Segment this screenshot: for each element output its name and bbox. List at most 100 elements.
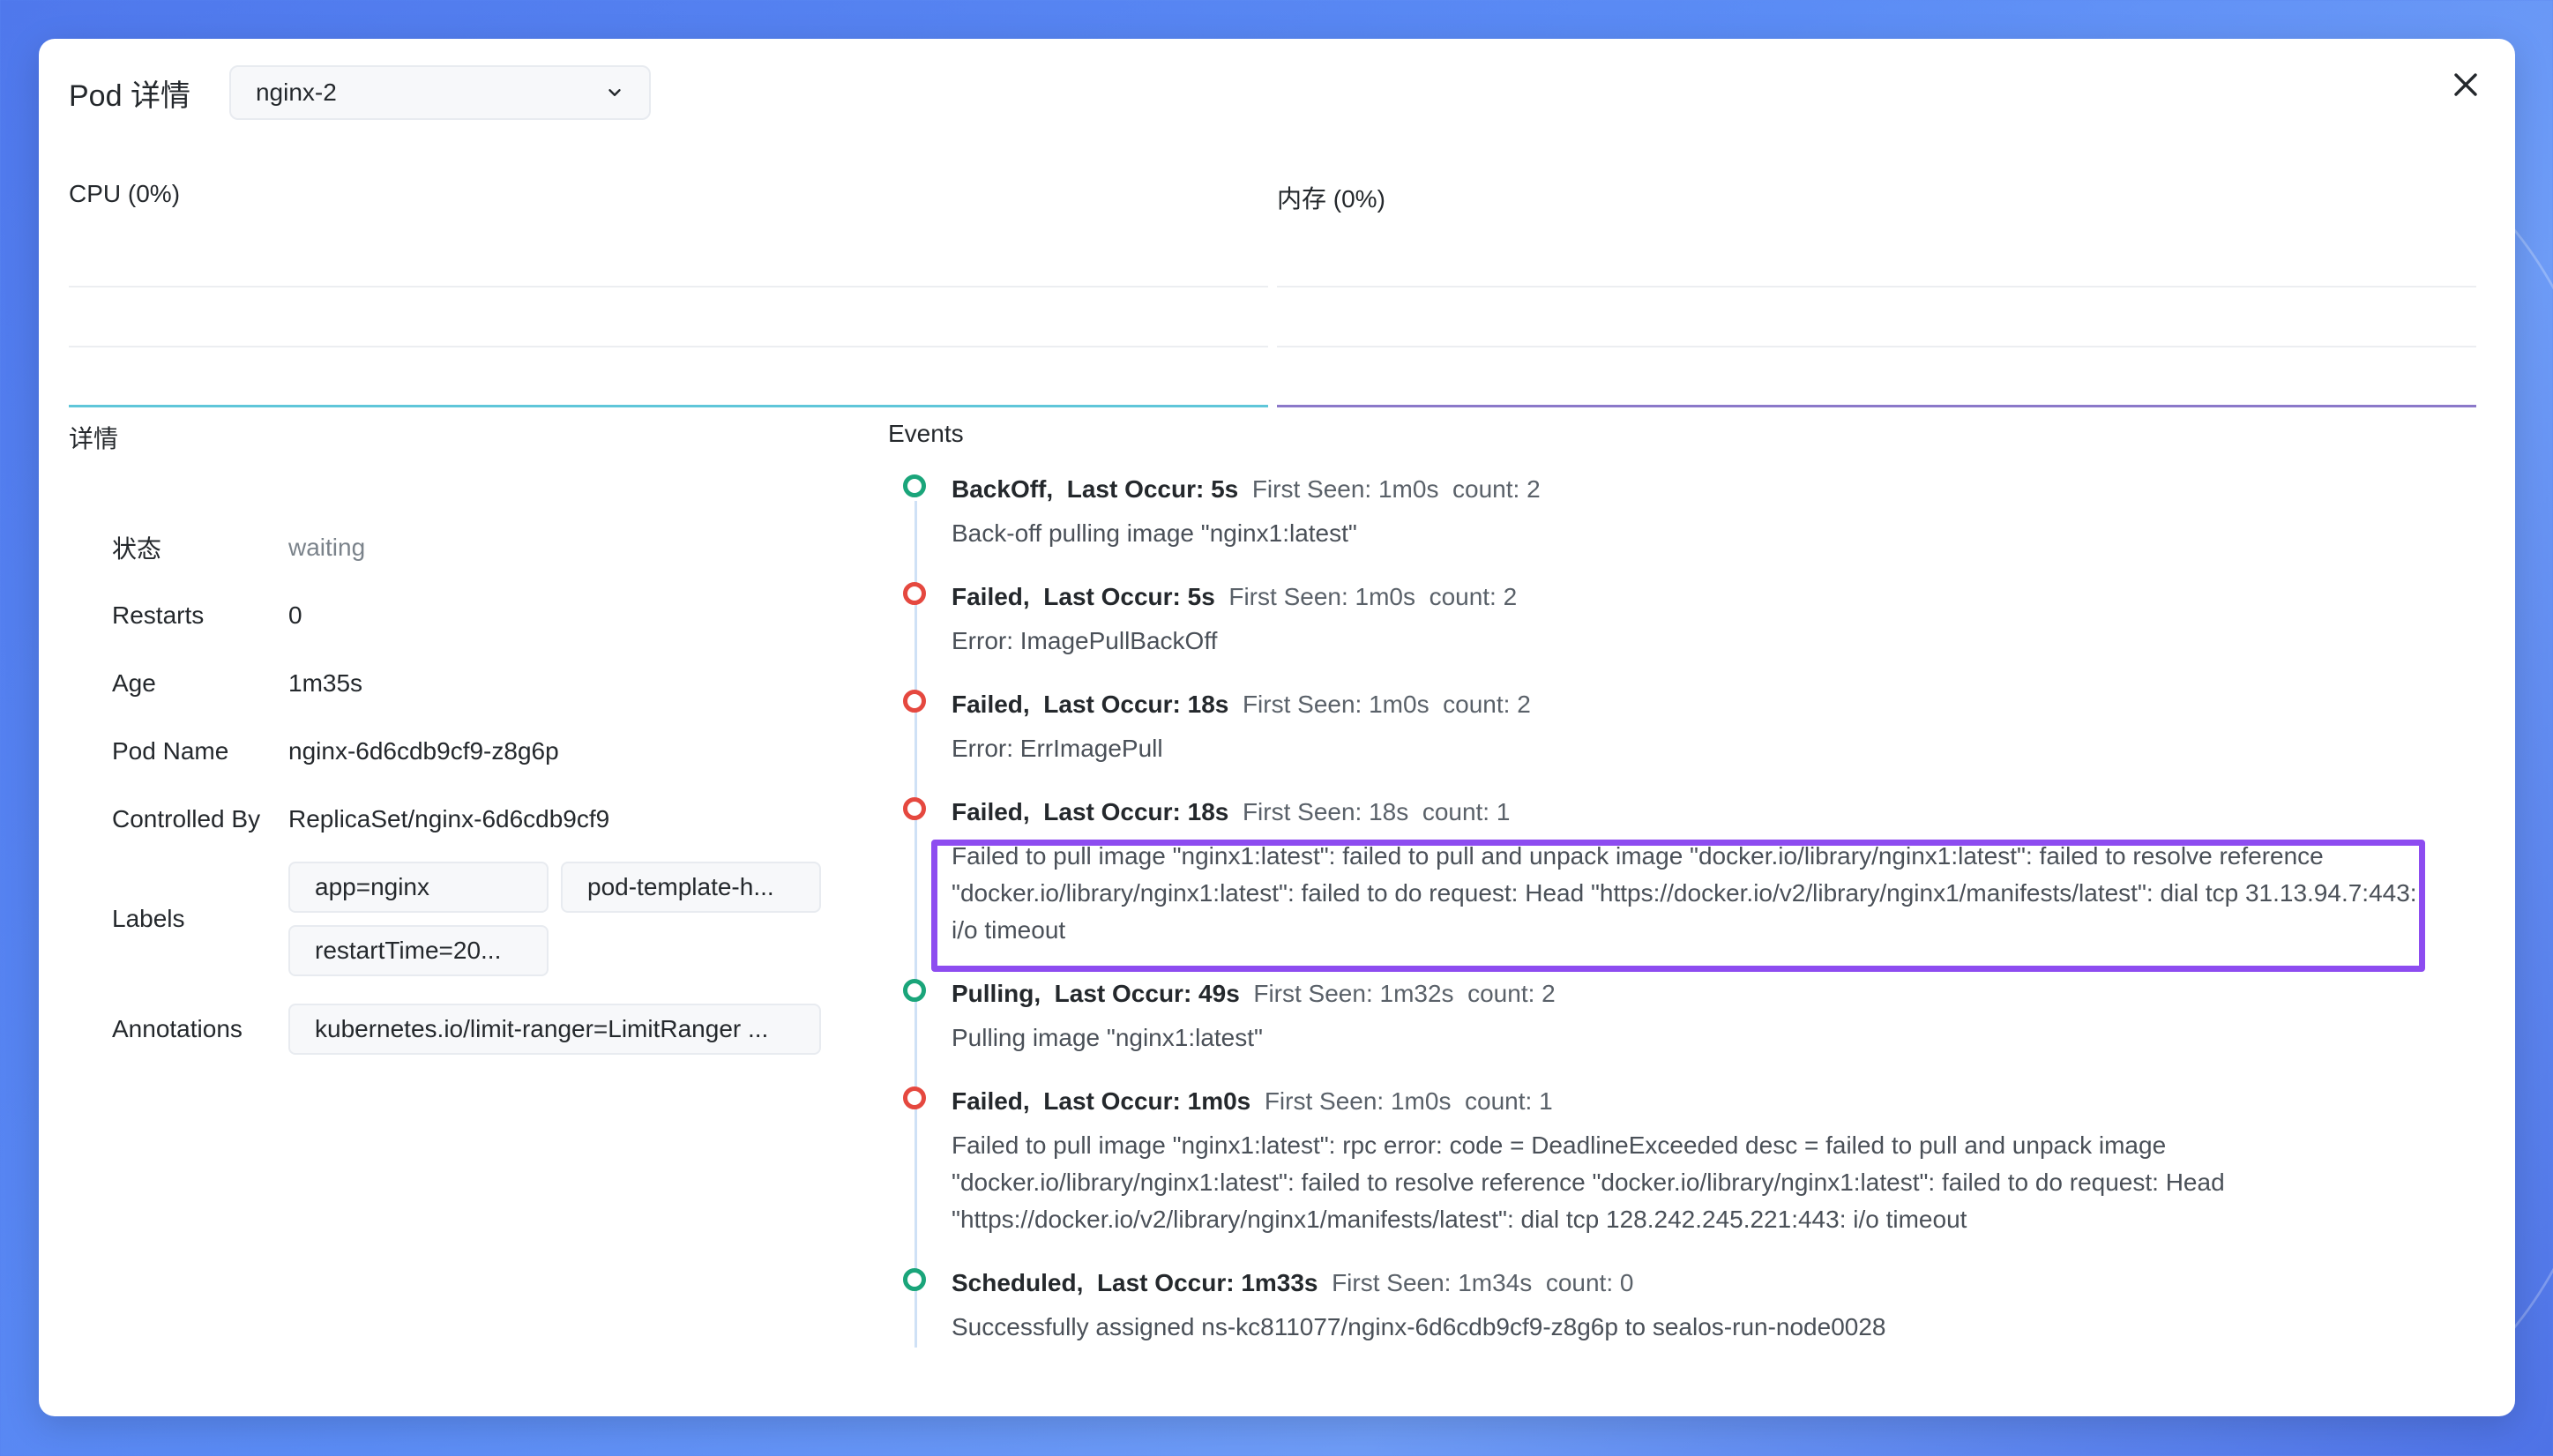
event-count: count: 2 (1443, 691, 1531, 718)
event-item: Failed, Last Occur: 1m0s First Seen: 1m0… (888, 1083, 2440, 1238)
detail-label: 状态 (112, 534, 162, 563)
event-normal-dot-icon (903, 474, 926, 497)
event-header: Failed, Last Occur: 5s First Seen: 1m0s … (952, 579, 2440, 616)
event-count: count: 1 (1465, 1087, 1553, 1115)
event-first-seen: First Seen: 1m0s (1242, 691, 1430, 718)
pod-select-value: nginx-2 (255, 78, 337, 106)
details-section-title: 详情 (69, 425, 119, 452)
cpu-chart: CPU (0%) (69, 180, 1268, 409)
detail-label: Labels (112, 905, 185, 932)
monitor-charts: CPU (0%) 内存 (0%) (69, 180, 2476, 409)
event-last-occur: Last Occur: 1m33s (1096, 1269, 1318, 1296)
event-header: Failed, Last Occur: 1m0s First Seen: 1m0… (952, 1083, 2440, 1120)
events-section-title: Events (888, 420, 964, 447)
event-first-seen: First Seen: 1m32s (1253, 980, 1454, 1007)
detail-row-annotations: Annotations kubernetes.io/limit-ranger=L… (112, 985, 870, 1073)
detail-row-labels: Labels app=nginx pod-template-h... resta… (112, 853, 870, 985)
event-item: BackOff, Last Occur: 5s First Seen: 1m0s… (888, 471, 2440, 552)
event-count: count: 2 (1429, 583, 1518, 610)
event-message: Error: ErrImagePull (952, 735, 1163, 762)
chart-grid-line (1277, 346, 2476, 347)
event-message: Failed to pull image "nginx1:latest": fa… (952, 842, 2417, 944)
detail-label: Annotations (112, 1015, 243, 1042)
detail-row-podname: Pod Name nginx-6d6cdb9cf9-z8g6p (112, 717, 870, 785)
event-failure-dot-icon (903, 1086, 926, 1109)
annotations-tags: kubernetes.io/limit-ranger=LimitRanger .… (288, 1004, 835, 1055)
event-reason: BackOff, (952, 475, 1054, 503)
chart-grid-line (1277, 286, 2476, 287)
detail-label: Controlled By (112, 804, 261, 833)
event-header: Scheduled, Last Occur: 1m33s First Seen:… (952, 1265, 2440, 1302)
label-tag[interactable]: restartTime=20... (288, 925, 549, 976)
event-reason: Pulling, (952, 980, 1041, 1007)
cpu-chart-label: CPU (0%) (69, 180, 181, 207)
event-header: Failed, Last Occur: 18s First Seen: 18s … (952, 794, 2440, 831)
detail-label: Age (112, 668, 156, 697)
cpu-series-line (69, 405, 1268, 407)
detail-row-status: 状态 waiting (112, 513, 870, 581)
event-message: Failed to pull image "nginx1:latest": rp… (952, 1131, 2225, 1233)
pod-name-value: nginx-6d6cdb9cf9-z8g6p (288, 736, 559, 765)
event-reason: Failed, (952, 798, 1030, 825)
event-header: BackOff, Last Occur: 5s First Seen: 1m0s… (952, 471, 2440, 508)
event-count: count: 0 (1545, 1269, 1634, 1296)
modal-header: Pod 详情 nginx-2 (69, 65, 651, 120)
event-reason: Failed, (952, 583, 1030, 610)
event-item: Failed, Last Occur: 5s First Seen: 1m0s … (888, 579, 2440, 660)
event-last-occur: Last Occur: 5s (1043, 583, 1215, 610)
event-last-occur: Last Occur: 18s (1043, 691, 1229, 718)
detail-row-age: Age 1m35s (112, 649, 870, 717)
event-first-seen: First Seen: 1m0s (1251, 475, 1439, 503)
event-first-seen: First Seen: 18s (1242, 798, 1409, 825)
event-last-occur: Last Occur: 49s (1054, 980, 1240, 1007)
event-last-occur: Last Occur: 5s (1066, 475, 1239, 503)
pod-select-dropdown[interactable]: nginx-2 (228, 65, 651, 120)
event-failure-dot-icon (903, 690, 926, 713)
event-last-occur: Last Occur: 1m0s (1043, 1087, 1251, 1115)
event-reason: Failed, (952, 691, 1030, 718)
event-reason: Failed, (952, 1087, 1030, 1115)
detail-row-controlled-by: Controlled By ReplicaSet/nginx-6d6cdb9cf… (112, 785, 870, 853)
close-icon (2454, 73, 2477, 96)
event-count: count: 2 (1452, 475, 1541, 503)
memory-series-line (1277, 405, 2476, 407)
event-item: Failed, Last Occur: 18s First Seen: 1m0s… (888, 686, 2440, 767)
detail-label: Restarts (112, 601, 205, 629)
restarts-value: 0 (288, 601, 302, 629)
chart-grid-line (69, 346, 1268, 347)
event-item: Scheduled, Last Occur: 1m33s First Seen:… (888, 1265, 2440, 1346)
event-failure-dot-icon (903, 797, 926, 820)
events-timeline: BackOff, Last Occur: 5s First Seen: 1m0s… (888, 471, 2440, 1372)
chart-grid-line (69, 286, 1268, 287)
controlled-by-value: ReplicaSet/nginx-6d6cdb9cf9 (288, 804, 610, 833)
modal-title: Pod 详情 (69, 78, 190, 113)
event-message: Back-off pulling image "nginx1:latest" (952, 519, 1357, 547)
event-header: Failed, Last Occur: 18s First Seen: 1m0s… (952, 686, 2440, 723)
details-list: 状态 waiting Restarts 0 Age 1m35s Pod Name… (112, 513, 870, 1073)
event-item: Pulling, Last Occur: 49s First Seen: 1m3… (888, 975, 2440, 1057)
event-last-occur: Last Occur: 18s (1043, 798, 1229, 825)
detail-label: Pod Name (112, 736, 229, 765)
memory-chart-label: 内存 (0%) (1277, 185, 1385, 213)
label-tag[interactable]: pod-template-h... (561, 862, 821, 913)
event-normal-dot-icon (903, 979, 926, 1002)
close-button[interactable] (2443, 62, 2489, 108)
event-reason: Scheduled, (952, 1269, 1084, 1296)
event-message: Error: ImagePullBackOff (952, 627, 1218, 654)
event-count: count: 2 (1467, 980, 1556, 1007)
annotation-tag[interactable]: kubernetes.io/limit-ranger=LimitRanger .… (288, 1004, 821, 1055)
event-first-seen: First Seen: 1m0s (1228, 583, 1415, 610)
age-value: 1m35s (288, 668, 363, 697)
event-message: Successfully assigned ns-kc811077/nginx-… (952, 1313, 1886, 1340)
status-value: waiting (288, 533, 366, 561)
pod-detail-modal: Pod 详情 nginx-2 CPU (0%) 内存 (0%) 详情 状态 wa… (39, 39, 2515, 1416)
chevron-down-icon (608, 89, 621, 96)
event-first-seen: First Seen: 1m0s (1264, 1087, 1452, 1115)
labels-tags: app=nginx pod-template-h... restartTime=… (288, 862, 835, 976)
event-first-seen: First Seen: 1m34s (1332, 1269, 1533, 1296)
memory-chart: 内存 (0%) (1277, 180, 2476, 409)
label-tag[interactable]: app=nginx (288, 862, 549, 913)
event-count: count: 1 (1422, 798, 1511, 825)
event-normal-dot-icon (903, 1268, 926, 1291)
event-header: Pulling, Last Occur: 49s First Seen: 1m3… (952, 975, 2440, 1012)
